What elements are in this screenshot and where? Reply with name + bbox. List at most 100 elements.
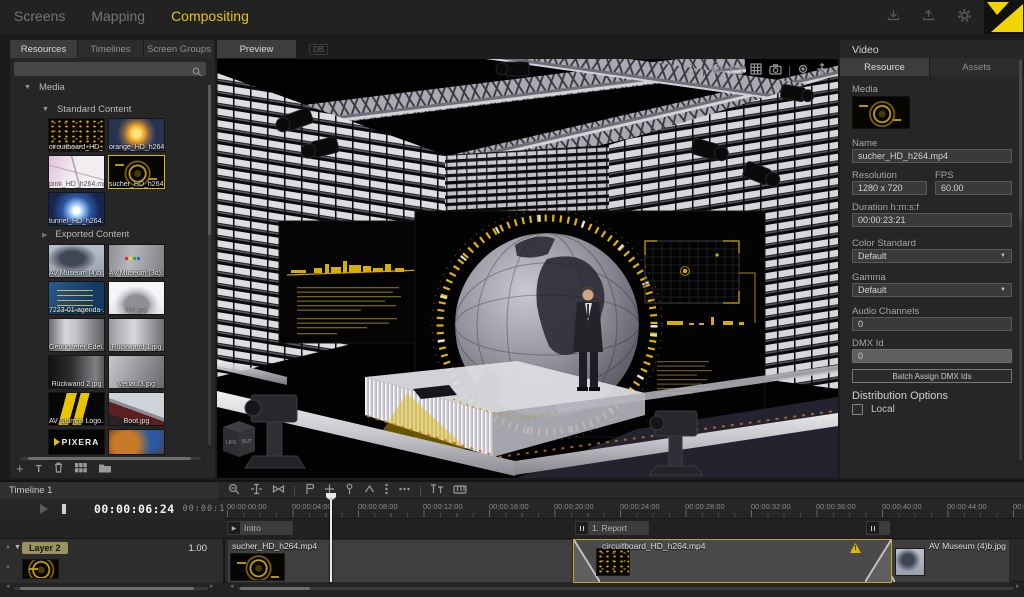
play-button[interactable] [40,504,48,514]
resource-thumbnail-sucher[interactable]: sucher_HD_h264... [108,155,165,189]
resource-thumbnail[interactable]: AV Stumpfl Logo... [48,392,105,426]
fade-out-wedge[interactable] [865,540,891,582]
layer-expander-icon[interactable]: ▼ [14,544,21,551]
camera-icon[interactable] [769,62,782,80]
resource-thumbnail[interactable]: Boot.jpg [108,392,165,426]
target-icon[interactable] [797,62,809,80]
resource-thumbnail[interactable]: AV Museum (4)b.j... [48,244,105,278]
resource-thumbnail[interactable]: 7223-01-agenda-... [48,281,105,315]
audio-channels-field[interactable]: 0 [852,317,1012,331]
chevron-down-icon[interactable]: ▼ [42,106,49,113]
clip-circuitboard[interactable]: circuitboard_HD_h264.mp4 ! [573,539,892,583]
layer-name[interactable]: Layer 2 [22,542,68,554]
resource-thumbnail[interactable]: Rückwand 2.jpg [48,355,105,389]
trim-tool-icon[interactable] [250,482,263,500]
add-icon[interactable]: + [16,463,24,475]
vertical-dots-icon[interactable] [384,482,389,500]
gear-icon[interactable] [957,8,972,28]
trash-icon[interactable] [54,460,63,478]
tree-label: Standard Content [57,104,131,115]
tab-screens[interactable]: Screens [14,8,65,24]
track-scrollbar[interactable] [238,587,1014,590]
tab-resources[interactable]: Resources [10,40,78,58]
media-thumbnail[interactable] [852,96,910,129]
scroll-right-icon[interactable]: ▸ [210,582,214,590]
resource-thumbnail[interactable]: AV Museum (3d)... [108,244,165,278]
grid-view-icon[interactable] [75,460,87,478]
search-input[interactable] [14,62,206,76]
vertical-scrollbar[interactable] [208,85,211,445]
tab-compositing[interactable]: Compositing [171,8,249,24]
tab-mapping[interactable]: Mapping [91,8,145,24]
resource-thumbnail[interactable]: Hill.jpg [108,281,165,315]
resource-thumbnail[interactable]: Verlauf3.jpg [108,355,165,389]
duration-field[interactable]: 00:00:23:21 [852,213,1012,227]
tab-preview[interactable]: Preview [217,40,297,58]
pin-icon[interactable] [344,482,355,500]
dashed-circle-icon[interactable] [684,62,696,80]
local-checkbox[interactable] [852,404,863,415]
resource-label: sucher_HD_h264... [109,181,164,188]
grid-icon[interactable] [750,62,762,80]
playhead[interactable] [330,499,332,582]
color-standard-select[interactable]: Default ▼ [852,249,1012,263]
layer-thumbnail[interactable] [22,559,59,579]
layer-down-icon[interactable]: ▼ [5,565,11,572]
folder-icon[interactable] [730,62,743,80]
caret-icon[interactable] [364,482,375,500]
horizontal-dots-icon[interactable] [398,482,411,500]
folder-icon[interactable] [99,460,111,478]
text-icon[interactable]: T [36,464,42,475]
chevron-right-icon[interactable]: ▶ [42,231,47,239]
layer-scrollbar[interactable] [14,587,208,590]
upload-icon[interactable] [922,9,935,27]
resource-thumbnail[interactable] [108,429,165,455]
name-field[interactable]: sucher_HD_h264.mp4 [852,149,1012,163]
resolution-field[interactable]: 1280 x 720 [852,181,927,195]
move-icon[interactable] [816,62,828,80]
marker-3[interactable] [866,521,890,535]
preview-viewport[interactable]: LIFE BUT [217,59,838,478]
resource-thumbnail[interactable]: Rückwand 1.jpg [108,318,165,352]
timeline-tab[interactable]: Timeline 1 [0,482,218,499]
marker-intro[interactable]: ▶ Intro [227,521,293,535]
tree-node-media[interactable]: ▼ Media [24,82,65,93]
download-icon[interactable] [887,9,900,27]
batch-assign-dmx-button[interactable]: Batch Assign DMX Ids [852,369,1012,383]
resource-thumbnail-tunnel[interactable]: tunnel_HD_h264... [48,192,105,226]
tracks-icon[interactable] [430,482,444,500]
resource-thumbnail-pink[interactable]: pink_HD_h264.mp... [48,155,105,189]
layer-up-icon[interactable]: ▲ [5,544,11,551]
current-timecode[interactable]: 00:00:06:24 [94,502,175,516]
scroll-left-icon[interactable]: ◂ [6,582,10,590]
gamma-select[interactable]: Default ▼ [852,283,1012,297]
resource-thumbnail-orange[interactable]: orange_HD_h264... [108,118,165,152]
resource-thumbnail-circuitboard[interactable]: circuitboard_HD_... [48,118,105,152]
tree-node-exported-content[interactable]: ▶ Exported Content [42,229,129,240]
tab-assets[interactable]: Assets [930,58,1024,76]
flag-marker-icon[interactable] [304,482,315,500]
ripple-tool-icon[interactable] [272,482,285,500]
db-badge[interactable]: DB [309,44,328,55]
scroll-left-icon[interactable]: ◂ [230,582,234,590]
fps-field[interactable]: 60.00 [935,181,1012,195]
scroll-right-icon[interactable]: ▸ [1016,582,1020,590]
chevron-down-icon[interactable]: ▼ [24,84,31,91]
marker-report[interactable]: 1. Report [575,521,649,535]
warning-icon[interactable]: ! [850,543,861,553]
zoom-out-icon[interactable] [228,482,241,500]
timeline-ruler[interactable]: 00:00:00:00 00:00:04:00 00:00:08:00 00:0… [225,499,1024,519]
layer-opacity-value[interactable]: 1.00 [189,543,208,554]
circle-slash-icon[interactable] [711,62,723,80]
resource-thumbnail-pixera[interactable]: PIXERA [48,429,105,455]
clip-sucher[interactable]: sucher_HD_h264.mp4 [227,539,573,583]
dmx-id-field[interactable]: 0 [852,349,1012,363]
vertical-scrollbar[interactable] [1019,60,1022,460]
tab-screen-groups[interactable]: Screen Groups [144,40,215,58]
tab-timelines[interactable]: Timelines [78,40,144,58]
resource-thumbnail[interactable]: Gebürsteter Edel... [48,318,105,352]
tab-resource[interactable]: Resource [840,58,930,76]
keyboard-icon[interactable] [453,482,467,500]
tree-node-standard-content[interactable]: ▼ Standard Content [42,104,131,115]
pause-button[interactable] [62,504,66,514]
